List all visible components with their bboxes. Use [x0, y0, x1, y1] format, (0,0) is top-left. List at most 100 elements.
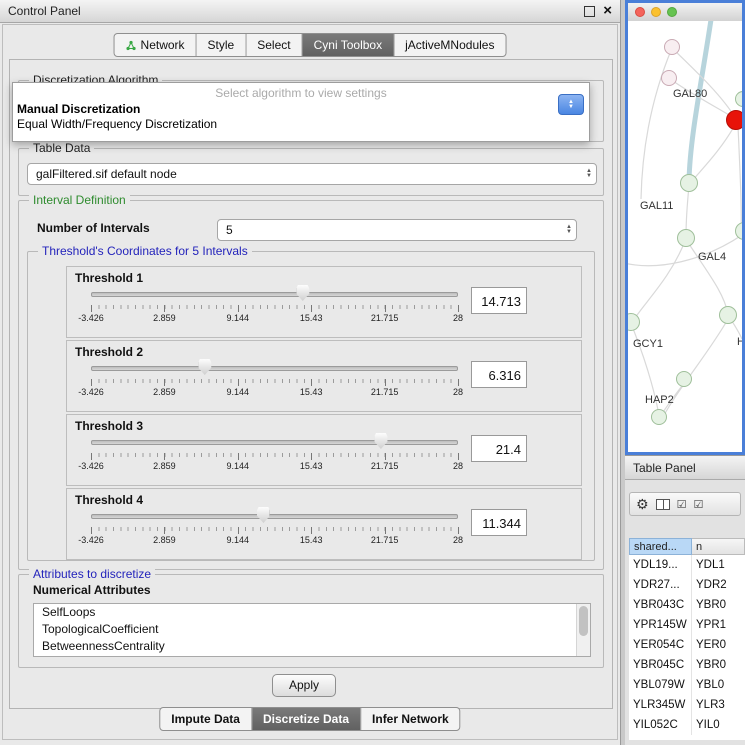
group-title: Interval Definition	[29, 193, 130, 207]
table-row[interactable]: YBR045C YBR0	[629, 655, 745, 675]
minimize-traffic-light-icon[interactable]	[651, 7, 661, 17]
table-cell[interactable]: YBL079W	[629, 675, 692, 695]
table-cell[interactable]: YBR0	[692, 655, 745, 675]
table-row[interactable]: YDR27... YDR2	[629, 575, 745, 595]
apply-button[interactable]: Apply	[272, 674, 336, 697]
table-cell[interactable]: YPR145W	[629, 615, 692, 635]
table-cell[interactable]: YIL0	[692, 715, 745, 735]
tab-select[interactable]: Select	[246, 34, 302, 56]
table-panel-body: ⚙ ☑ ☑ shared... n YDL19... YDL1 YDR27...…	[625, 480, 745, 745]
gear-icon[interactable]: ⚙	[636, 496, 649, 513]
dropdown-option-equal-width[interactable]: Equal Width/Frequency Discretization	[17, 117, 217, 131]
table-row[interactable]: YER054C YER0	[629, 635, 745, 655]
column-header-shared-name[interactable]: shared...	[629, 538, 692, 555]
desktop: Control Panel × Network	[0, 0, 745, 745]
table-cell[interactable]: YBR043C	[629, 595, 692, 615]
network-node[interactable]	[677, 229, 695, 247]
network-node[interactable]	[676, 371, 692, 387]
threshold-value-field[interactable]: 14.713	[471, 287, 527, 314]
slider-major-tick	[385, 527, 386, 534]
table-cell[interactable]: YDL19...	[629, 555, 692, 575]
table-cell[interactable]: YBR045C	[629, 655, 692, 675]
float-window-icon[interactable]	[584, 6, 595, 17]
table-cell[interactable]: YPR1	[692, 615, 745, 635]
threshold-4-slider[interactable]	[91, 505, 458, 525]
numerical-attributes-list: SelfLoops TopologicalCoefficient Between…	[33, 603, 591, 657]
slider-minor-ticks	[91, 379, 458, 383]
close-traffic-light-icon[interactable]	[635, 7, 645, 17]
table-cell[interactable]: YLR345W	[629, 695, 692, 715]
table-cell[interactable]: YDR2	[692, 575, 745, 595]
slider-minor-ticks	[91, 527, 458, 531]
slider-scale-label: 9.144	[227, 387, 250, 397]
threshold-3-slider[interactable]	[91, 431, 458, 451]
slider-thumb[interactable]	[198, 359, 211, 375]
titlebar-icons: ×	[584, 0, 612, 22]
table-row[interactable]: YBR043C YBR0	[629, 595, 745, 615]
slider-thumb[interactable]	[257, 507, 270, 523]
control-panel-titlebar[interactable]: Control Panel ×	[0, 0, 620, 23]
tab-cyni-toolbox[interactable]: Cyni Toolbox	[303, 34, 394, 56]
checkbox-icon[interactable]: ☑	[693, 498, 703, 511]
threshold-2-slider[interactable]	[91, 357, 458, 377]
table-cell[interactable]: YER054C	[629, 635, 692, 655]
algorithm-combo-stepper[interactable]: ▲ ▼	[558, 94, 584, 115]
network-canvas[interactable]: GAL80GAL11GAL4GCY1HAP2H	[628, 21, 742, 452]
tab-impute-data[interactable]: Impute Data	[160, 708, 252, 730]
column-header-name[interactable]: n	[692, 538, 745, 555]
bottom-tab-bar: Impute Data Discretize Data Infer Networ…	[159, 707, 460, 731]
network-window-titlebar[interactable]	[628, 3, 742, 22]
table-cell[interactable]: YBR0	[692, 595, 745, 615]
table-panel-titlebar[interactable]: Table Panel	[625, 455, 745, 480]
threshold-value-field[interactable]: 21.4	[471, 435, 527, 462]
table-cell[interactable]: YIL052C	[629, 715, 692, 735]
threshold-value-field[interactable]: 11.344	[471, 509, 527, 536]
slider-scale-label: 21.715	[371, 387, 399, 397]
table-row[interactable]: YPR145W YPR1	[629, 615, 745, 635]
slider-track[interactable]	[91, 440, 458, 445]
network-node[interactable]	[719, 306, 737, 324]
tab-label: Impute Data	[171, 708, 240, 730]
network-node[interactable]	[664, 39, 680, 55]
slider-thumb[interactable]	[296, 285, 309, 301]
tab-network[interactable]: Network	[115, 34, 197, 56]
number-of-intervals-combo[interactable]: 5 ▲▼	[217, 219, 577, 241]
threshold-value-field[interactable]: 6.316	[471, 361, 527, 388]
slider-track[interactable]	[91, 292, 458, 297]
table-row[interactable]: YLR345W YLR3	[629, 695, 745, 715]
list-item[interactable]: TopologicalCoefficient	[34, 621, 590, 638]
table-cell[interactable]: YER0	[692, 635, 745, 655]
network-node[interactable]	[661, 70, 677, 86]
slider-scale: -3.4262.8599.14415.4321.71528	[91, 379, 458, 399]
table-cell[interactable]: YDL1	[692, 555, 745, 575]
table-cell[interactable]: YDR27...	[629, 575, 692, 595]
table-cell[interactable]: YLR3	[692, 695, 745, 715]
slider-thumb[interactable]	[374, 433, 387, 449]
network-node[interactable]	[680, 174, 698, 192]
scrollbar-thumb[interactable]	[579, 606, 588, 636]
network-node[interactable]	[651, 409, 667, 425]
table-row[interactable]: YBL079W YBL0	[629, 675, 745, 695]
tab-jactivemnodules[interactable]: jActiveMNodules	[394, 34, 505, 56]
tab-discretize-data[interactable]: Discretize Data	[252, 708, 361, 730]
threshold-1-slider[interactable]	[91, 283, 458, 303]
checkbox-icon[interactable]: ☑	[677, 498, 687, 511]
slider-scale-label: 28	[453, 387, 463, 397]
slider-major-tick	[458, 305, 459, 312]
tab-style[interactable]: Style	[197, 34, 247, 56]
tab-infer-network[interactable]: Infer Network	[361, 708, 460, 730]
table-row[interactable]: YDL19... YDL1	[629, 555, 745, 575]
table-cell[interactable]: YBL0	[692, 675, 745, 695]
columns-icon[interactable]	[656, 499, 670, 510]
dropdown-option-manual[interactable]: Manual Discretization	[17, 102, 140, 116]
list-item[interactable]: BetweennessCentrality	[34, 638, 590, 655]
list-scrollbar[interactable]	[576, 604, 590, 656]
zoom-traffic-light-icon[interactable]	[667, 7, 677, 17]
table-data-combo[interactable]: galFiltered.sif default node ▲▼	[27, 163, 597, 185]
close-icon[interactable]: ×	[603, 0, 612, 22]
slider-track[interactable]	[91, 366, 458, 371]
slider-track[interactable]	[91, 514, 458, 519]
list-item[interactable]: SelfLoops	[34, 604, 590, 621]
network-node[interactable]	[726, 110, 742, 130]
table-row[interactable]: YIL052C YIL0	[629, 715, 745, 735]
